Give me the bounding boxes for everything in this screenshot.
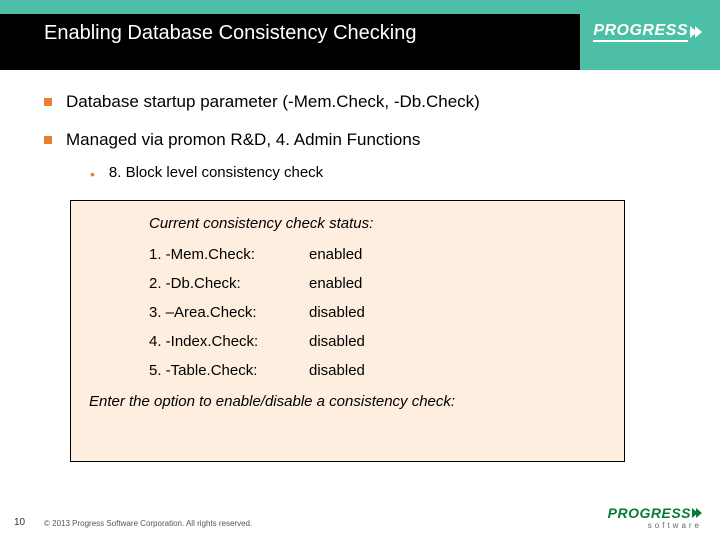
brand-text: PROGRESS	[608, 506, 691, 520]
status-label: 2. -Db.Check:	[149, 275, 309, 292]
status-value: disabled	[309, 333, 365, 350]
sub-bullet-text: 8. Block level consistency check	[109, 164, 323, 181]
copyright: © 2013 Progress Software Corporation. Al…	[44, 519, 252, 528]
brand-arrows-icon	[692, 26, 702, 38]
status-row: 1. -Mem.Check: enabled	[149, 246, 606, 263]
dot-bullet-icon: •	[90, 164, 95, 184]
brand-logo-bottom: PROGRESS software	[608, 506, 702, 530]
brand-sub: software	[648, 522, 702, 530]
bullet-text: Database startup parameter (-Mem.Check, …	[66, 92, 480, 112]
slide-title-bar: Enabling Database Consistency Checking	[0, 14, 580, 70]
status-value: disabled	[309, 304, 365, 321]
header: Enabling Database Consistency Checking P…	[0, 0, 720, 70]
status-label: 3. –Area.Check:	[149, 304, 309, 321]
status-value: enabled	[309, 275, 362, 292]
status-box: Current consistency check status: 1. -Me…	[70, 200, 625, 462]
page-number: 10	[14, 517, 25, 528]
bullet-text: Managed via promon R&D, 4. Admin Functio…	[66, 130, 420, 150]
status-value: disabled	[309, 362, 365, 379]
status-row: 4. -Index.Check: disabled	[149, 333, 606, 350]
slide-title: Enabling Database Consistency Checking	[44, 22, 416, 45]
status-label: 1. -Mem.Check:	[149, 246, 309, 263]
brand-name: PROGRESS	[593, 22, 688, 42]
bullet-item: Database startup parameter (-Mem.Check, …	[44, 92, 690, 112]
status-label: 5. -Table.Check:	[149, 362, 309, 379]
square-bullet-icon	[44, 136, 52, 144]
bullet-item: Managed via promon R&D, 4. Admin Functio…	[44, 130, 690, 150]
status-row: 2. -Db.Check: enabled	[149, 275, 606, 292]
sub-bullet-item: • 8. Block level consistency check	[90, 164, 690, 184]
brand-name-bottom: PROGRESS	[608, 506, 702, 520]
status-row: 5. -Table.Check: disabled	[149, 362, 606, 379]
status-value: enabled	[309, 246, 362, 263]
status-title: Current consistency check status:	[149, 215, 606, 232]
content: Database startup parameter (-Mem.Check, …	[44, 92, 690, 194]
brand-arrows-icon	[694, 508, 702, 518]
status-prompt: Enter the option to enable/disable a con…	[89, 393, 606, 410]
status-label: 4. -Index.Check:	[149, 333, 309, 350]
brand-logo-top: PROGRESS	[593, 22, 702, 42]
square-bullet-icon	[44, 98, 52, 106]
slide: Enabling Database Consistency Checking P…	[0, 0, 720, 540]
status-row: 3. –Area.Check: disabled	[149, 304, 606, 321]
